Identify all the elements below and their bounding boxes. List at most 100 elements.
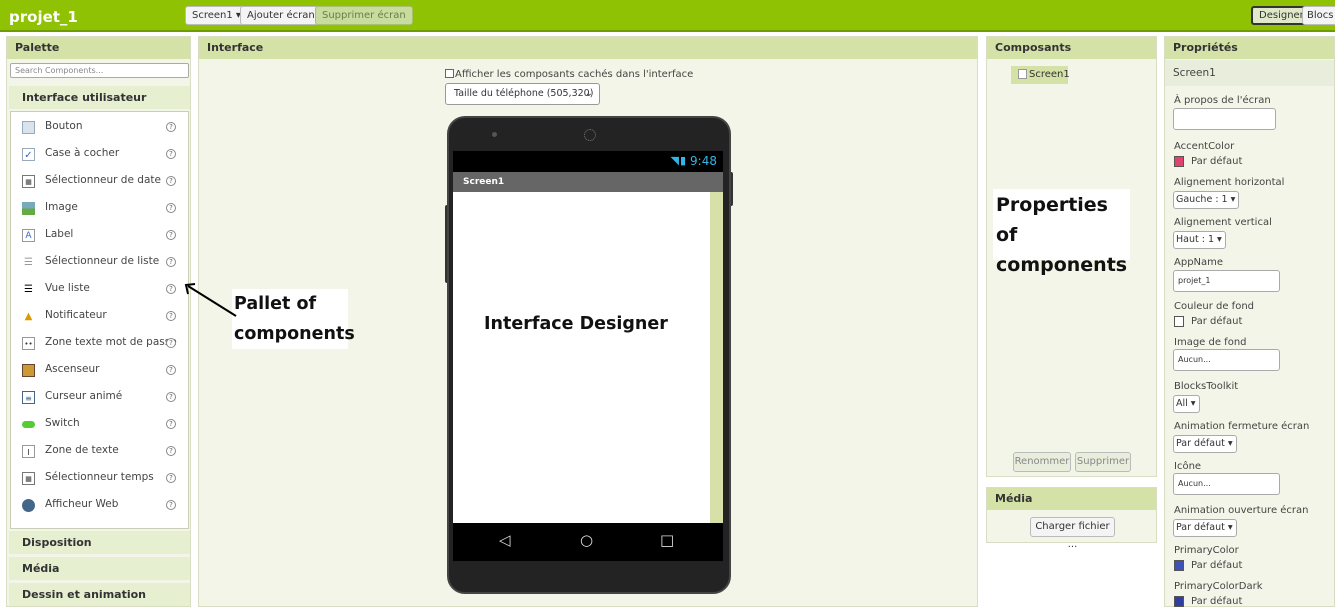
date-picker-icon: ▦ [22,175,35,188]
screen-title: Screen1 [453,172,723,192]
category-media[interactable]: Média [9,557,190,580]
align-v-label: Alignement vertical [1174,217,1272,228]
help-icon[interactable]: ? [166,365,176,375]
slider-icon [22,364,35,377]
icon-input[interactable]: Aucun... [1173,473,1280,495]
time-picker-icon: ▦ [22,472,35,485]
list-item[interactable]: •• Zone texte mot de passe? [11,331,188,358]
align-v-select[interactable]: Haut : 1 ▾ [1173,231,1226,249]
checkbox-icon: ✓ [22,148,35,161]
accent-color-value[interactable]: Par défaut [1191,156,1242,167]
delete-button[interactable]: Supprimer [1075,452,1131,472]
scrollbar[interactable] [710,192,723,523]
list-item[interactable]: ▲ Notificateur? [11,304,188,331]
about-label: À propos de l'écran [1174,95,1271,106]
list-item[interactable]: Image? [11,196,188,223]
help-icon[interactable]: ? [166,500,176,510]
help-icon[interactable]: ? [166,473,176,483]
list-item[interactable]: Ascenseur? [11,358,188,385]
primary-dark-value[interactable]: Par défaut [1191,596,1242,607]
toolkit-select[interactable]: All ▾ [1173,395,1200,413]
list-item[interactable]: Bouton? [11,115,188,142]
close-anim-select[interactable]: Par défaut ▾ [1173,435,1237,453]
list-item[interactable]: ▦ Sélectionneur de date? [11,169,188,196]
help-icon[interactable]: ? [166,419,176,429]
toolkit-label: BlocksToolkit [1174,381,1239,392]
help-icon[interactable]: ? [166,203,176,213]
about-textarea[interactable] [1173,108,1276,130]
primary-color-label: PrimaryColor [1174,545,1239,556]
list-item[interactable]: ☰ Sélectionneur de liste? [11,250,188,277]
search-input[interactable]: Search Components... [10,63,189,78]
help-icon[interactable]: ? [166,149,176,159]
help-icon[interactable]: ? [166,311,176,321]
help-icon[interactable]: ? [166,122,176,132]
help-icon[interactable]: ? [166,230,176,240]
help-icon[interactable]: ? [166,176,176,186]
label-icon: A [22,229,35,242]
align-h-select[interactable]: Gauche : 1 ▾ [1173,191,1240,209]
top-toolbar: projet_1 Screen1 ▾ Ajouter écran... Supp… [0,0,1335,32]
phone-screen[interactable]: ◥▮ 9:48 Screen1 ◁ ○ □ [453,151,723,561]
screen-icon [1018,69,1027,79]
list-item[interactable]: ☰ Vue liste? [11,277,188,304]
screen-select[interactable]: Screen1 ▾ [185,6,248,25]
list-item[interactable]: ▦ Sélectionneur temps? [11,466,188,493]
icon-label: Icône [1174,461,1202,472]
upload-file-button[interactable]: Charger fichier ... [1030,517,1115,550]
category-drawing[interactable]: Dessin et animation [9,583,190,606]
open-anim-select[interactable]: Par défaut ▾ [1173,519,1237,537]
checkbox-icon[interactable] [445,69,454,78]
recent-apps-icon[interactable]: □ [660,531,674,549]
bg-image-label: Image de fond [1174,337,1247,348]
list-item[interactable]: Afficheur Web? [11,493,188,520]
palette-panel: Palette Search Components... Interface u… [6,36,191,607]
category-user-interface[interactable]: Interface utilisateur [9,86,190,109]
help-icon[interactable]: ? [166,392,176,402]
remove-screen-button[interactable]: Supprimer écran [315,6,413,25]
bg-color-value[interactable]: Par défaut [1191,316,1242,327]
primary-color-value[interactable]: Par défaut [1191,560,1242,571]
list-picker-icon: ☰ [24,257,33,268]
accent-color-label: AccentColor [1174,141,1235,152]
accent-color-swatch[interactable] [1174,156,1184,167]
appname-input[interactable]: projet_1 [1173,270,1280,292]
components-header: Composants [987,37,1156,59]
tree-item-screen1[interactable]: Screen1 [1011,66,1070,84]
help-icon[interactable]: ? [166,338,176,348]
bg-image-input[interactable]: Aucun... [1173,349,1280,371]
primary-dark-label: PrimaryColorDark [1174,581,1263,592]
properties-component-name: Screen1 [1165,60,1334,86]
palette-annotation: Pallet of components [232,289,355,349]
notifier-icon: ▲ [24,311,33,322]
nav-bar: ◁ ○ □ [453,523,723,561]
primary-dark-swatch[interactable] [1174,596,1184,607]
properties-header: Propriétés [1165,37,1334,59]
help-icon[interactable]: ? [166,446,176,456]
help-icon[interactable]: ? [166,284,176,294]
primary-color-swatch[interactable] [1174,560,1184,571]
list-item[interactable]: ✓ Case à cocher? [11,142,188,169]
list-item[interactable]: Switch? [11,412,188,439]
signal-icon: ◥▮ [670,154,687,167]
bg-color-swatch[interactable] [1174,316,1184,327]
list-item[interactable]: ≡ Curseur animé? [11,385,188,412]
app-title: projet_1 [9,8,78,26]
back-icon[interactable]: ◁ [499,531,511,549]
show-hidden-checkbox[interactable]: Afficher les composants cachés dans l'in… [445,69,693,80]
rename-button[interactable]: Renommer [1013,452,1071,472]
web-viewer-icon [22,499,35,512]
list-item[interactable]: A Label? [11,223,188,250]
bg-color-label: Couleur de fond [1174,301,1254,312]
list-item[interactable]: I Zone de texte? [11,439,188,466]
help-icon[interactable]: ? [166,257,176,267]
phone-mockup: ◥▮ 9:48 Screen1 ◁ ○ □ [447,116,731,594]
phone-size-select[interactable]: Taille du téléphone (505,320) ⌄ [445,83,600,105]
close-anim-label: Animation fermeture écran [1174,421,1310,432]
category-layout[interactable]: Disposition [9,531,190,554]
show-hidden-label: Afficher les composants cachés dans l'in… [455,69,694,80]
blocks-button[interactable]: Blocs [1302,6,1335,25]
home-icon[interactable]: ○ [580,531,593,549]
properties-annotation: Properties of components [993,189,1130,276]
arrow-icon [184,283,237,317]
